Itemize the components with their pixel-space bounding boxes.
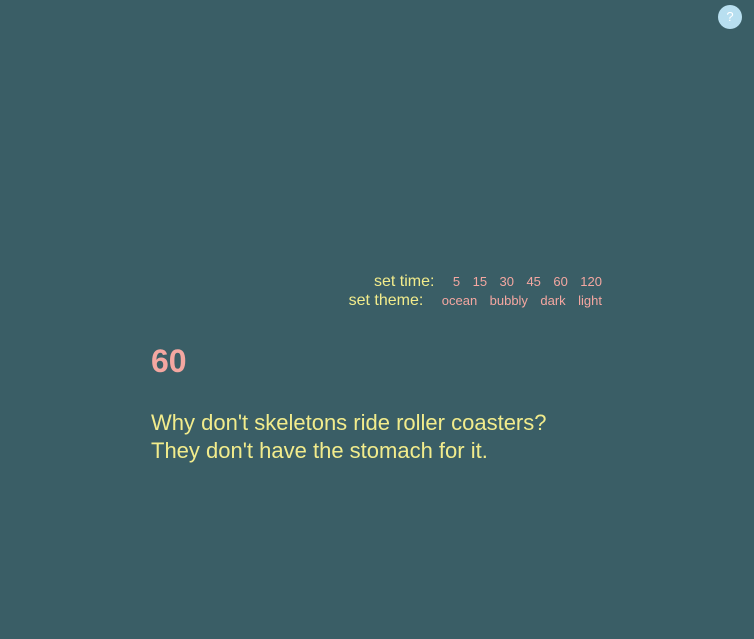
time-option-45[interactable]: 45 xyxy=(526,274,540,289)
time-option-5[interactable]: 5 xyxy=(453,274,460,289)
theme-option-bubbly[interactable]: bubbly xyxy=(490,293,528,308)
help-button[interactable]: ? xyxy=(718,5,742,29)
theme-option-dark[interactable]: dark xyxy=(540,293,565,308)
countdown-timer: 60 xyxy=(151,343,187,379)
typing-app: { "help": { "label": "?" }, "settings": … xyxy=(0,0,754,639)
time-option-15[interactable]: 15 xyxy=(473,274,487,289)
theme-option-light[interactable]: light xyxy=(578,293,602,308)
typing-text[interactable]: Why don't skeletons ride roller coasters… xyxy=(151,409,611,465)
settings-panel: set time: 5 15 30 45 60 120 set theme: o… xyxy=(349,272,602,310)
time-settings-row: set time: 5 15 30 45 60 120 xyxy=(349,272,602,291)
typing-text-line-1: Why don't skeletons ride roller coasters… xyxy=(151,410,547,435)
time-option-120[interactable]: 120 xyxy=(580,274,602,289)
theme-settings-row: set theme: ocean bubbly dark light xyxy=(349,291,602,310)
time-option-60[interactable]: 60 xyxy=(553,274,567,289)
typing-text-line-2: They don't have the stomach for it. xyxy=(151,438,488,463)
set-theme-label: set theme: xyxy=(348,292,424,309)
set-time-label: set time: xyxy=(374,273,435,290)
theme-option-ocean[interactable]: ocean xyxy=(442,293,477,308)
time-option-30[interactable]: 30 xyxy=(500,274,514,289)
